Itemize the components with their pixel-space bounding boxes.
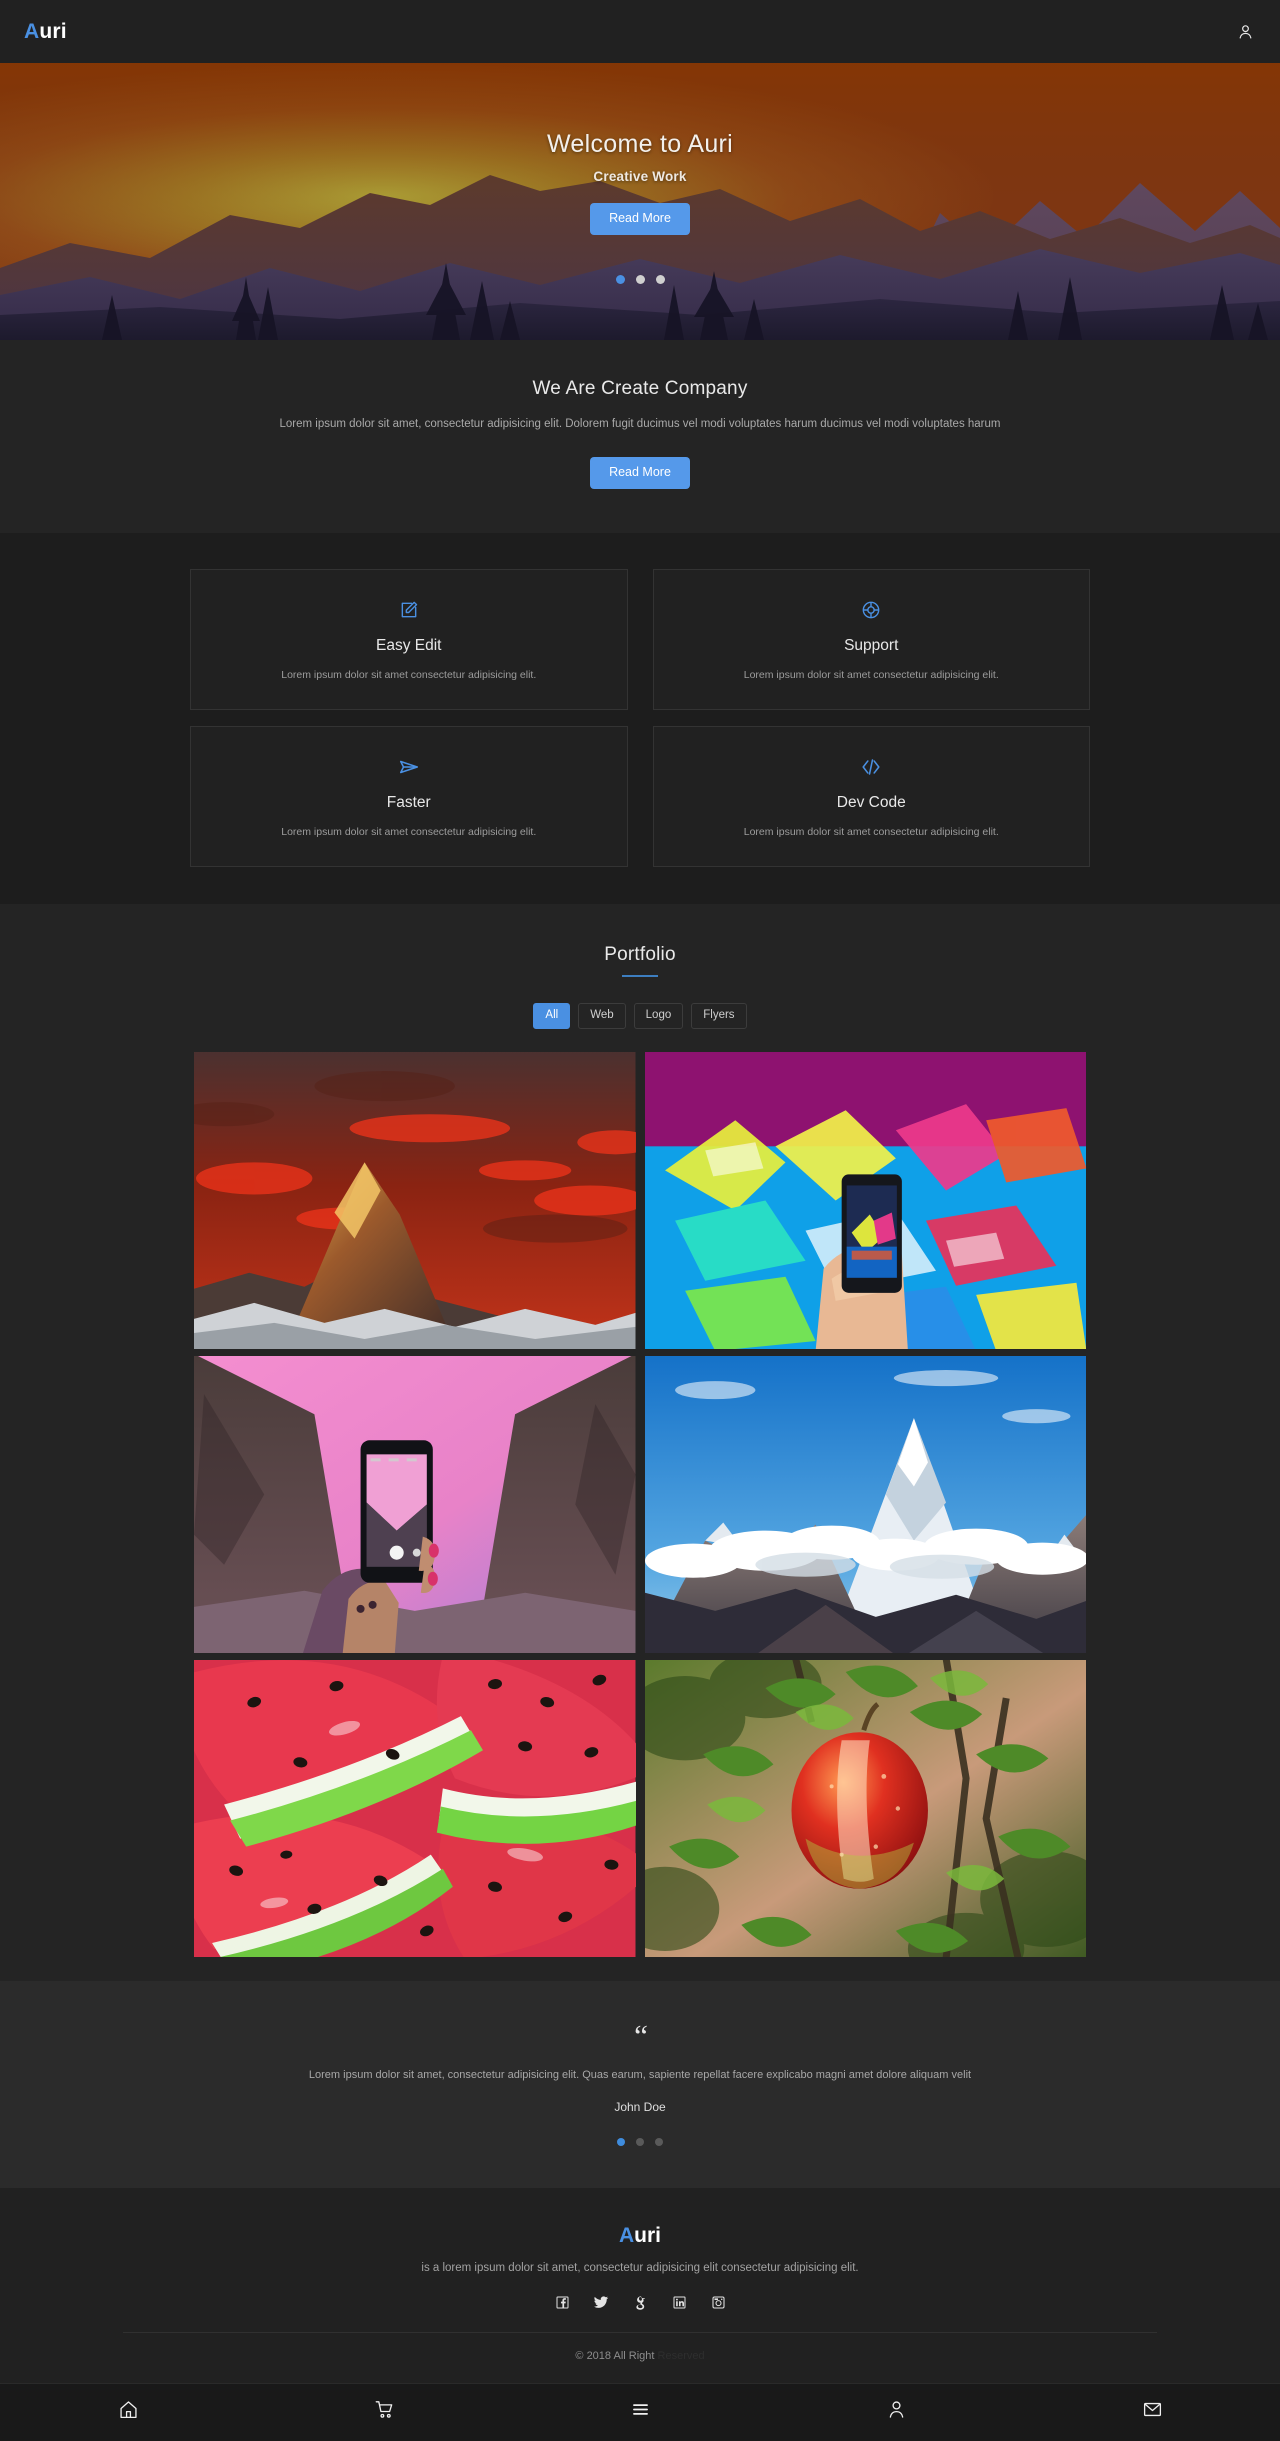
home-icon <box>118 2399 139 2425</box>
nav-account[interactable] <box>768 2399 1024 2425</box>
filter-all[interactable]: All <box>533 1002 571 1030</box>
about-paragraph: Lorem ipsum dolor sit amet, consectetur … <box>279 418 1001 430</box>
footer-logo-rest: uri <box>634 2223 661 2247</box>
life-buoy-icon <box>670 596 1074 624</box>
hero-carousel-dots <box>0 275 1280 284</box>
hero-dot-3[interactable] <box>655 275 665 284</box>
about-read-more-button[interactable]: Read More <box>590 457 690 489</box>
testimonial-dot-3[interactable] <box>655 2137 663 2146</box>
logo-rest: uri <box>39 19 67 43</box>
feature-title: Support <box>844 636 899 654</box>
portfolio-item-snow-peak-blue-sky[interactable] <box>644 1356 1086 1654</box>
filter-logo[interactable]: Logo <box>633 1002 684 1030</box>
feature-description: Lorem ipsum dolor sit amet consectetur a… <box>743 668 999 681</box>
nav-menu[interactable] <box>512 2399 768 2425</box>
feature-description: Lorem ipsum dolor sit amet consectetur a… <box>281 668 537 681</box>
about-section: We Are Create Company Lorem ipsum dolor … <box>0 340 1280 533</box>
portfolio-section: Portfolio All Web Logo Flyers <box>0 903 1280 1982</box>
testimonial-text: Lorem ipsum dolor sit amet, consectetur … <box>308 2068 972 2081</box>
portfolio-item-red-apple-on-tree[interactable] <box>644 1660 1086 1958</box>
testimonial-section: “ Lorem ipsum dolor sit amet, consectetu… <box>0 1981 1280 2188</box>
testimonial-dot-2[interactable] <box>636 2137 644 2146</box>
hero-read-more-button[interactable]: Read More <box>590 203 690 235</box>
hero-dot-2[interactable] <box>635 275 645 284</box>
bottom-navigation-bar <box>0 2382 1280 2441</box>
footer-logo-accent-letter: A <box>618 2223 635 2247</box>
instagram-icon[interactable] <box>710 2294 727 2311</box>
hero-carousel: Welcome to Auri Creative Work Read More <box>0 63 1280 340</box>
menu-icon <box>630 2399 651 2425</box>
filter-flyers[interactable]: Flyers <box>691 1002 747 1030</box>
code-brackets-icon <box>670 753 1074 781</box>
feature-card-dev-code[interactable]: Dev Code Lorem ipsum dolor sit amet cons… <box>652 725 1090 867</box>
feature-card-faster[interactable]: Faster Lorem ipsum dolor sit amet consec… <box>190 725 628 867</box>
testimonial-dot-1[interactable] <box>617 2137 625 2146</box>
features-section: Easy Edit Lorem ipsum dolor sit amet con… <box>0 532 1280 904</box>
nav-cart[interactable] <box>256 2399 512 2425</box>
google-plus-icon[interactable] <box>632 2294 649 2311</box>
portfolio-heading: Portfolio <box>604 943 676 965</box>
cart-icon <box>374 2399 395 2425</box>
mail-icon <box>1142 2399 1163 2425</box>
landing-page: Auri Welcome to Auri Creative Work Read … <box>0 0 1280 2441</box>
footer-logo[interactable]: Auri <box>20 2224 1260 2248</box>
footer-tagline: is a lorem ipsum dolor sit amet, consect… <box>421 2261 859 2274</box>
portfolio-filters: All Web Logo Flyers <box>0 1002 1280 1030</box>
user-icon[interactable] <box>1232 19 1258 45</box>
feature-card-easy-edit[interactable]: Easy Edit Lorem ipsum dolor sit amet con… <box>190 568 628 710</box>
site-header: Auri <box>0 0 1280 63</box>
user-icon <box>886 2399 907 2425</box>
portfolio-item-graffiti-phone-photo[interactable] <box>644 1052 1086 1350</box>
nav-home[interactable] <box>0 2399 256 2425</box>
copyright-text: © 2018 All Right Reserved <box>20 2333 1260 2383</box>
edit-square-icon <box>207 596 611 624</box>
portfolio-grid <box>194 1052 1086 1981</box>
hero-subtitle: Creative Work <box>593 169 687 184</box>
portfolio-item-pink-sky-valley-phone[interactable] <box>194 1356 636 1654</box>
linkedin-icon[interactable] <box>671 2294 688 2311</box>
social-links <box>20 2294 1260 2311</box>
twitter-icon[interactable] <box>593 2294 610 2311</box>
paper-plane-icon <box>207 753 611 781</box>
filter-web[interactable]: Web <box>578 1002 626 1030</box>
feature-card-support[interactable]: Support Lorem ipsum dolor sit amet conse… <box>652 568 1090 710</box>
testimonial-carousel-dots <box>20 2137 1260 2146</box>
about-heading: We Are Create Company <box>532 378 748 399</box>
quote-icon: “ <box>634 2018 648 2054</box>
portfolio-item-watermelon-slices[interactable] <box>194 1660 636 1958</box>
hero-title: Welcome to Auri <box>546 130 734 158</box>
facebook-icon[interactable] <box>554 2294 571 2311</box>
feature-description: Lorem ipsum dolor sit amet consectetur a… <box>743 825 999 838</box>
feature-title: Easy Edit <box>376 636 442 654</box>
title-underline <box>622 974 658 977</box>
portfolio-item-matterhorn-red-sunset[interactable] <box>194 1052 636 1350</box>
logo-accent-letter: A <box>24 19 40 43</box>
feature-title: Faster <box>386 793 431 811</box>
nav-mail[interactable] <box>1024 2399 1280 2425</box>
copyright-reserved: Reserved <box>657 2349 705 2362</box>
feature-title: Dev Code <box>836 793 906 811</box>
feature-description: Lorem ipsum dolor sit amet consectetur a… <box>281 825 537 838</box>
copyright-main: © 2018 All Right <box>575 2349 658 2362</box>
site-footer: Auri is a lorem ipsum dolor sit amet, co… <box>0 2187 1280 2383</box>
hero-content: Welcome to Auri Creative Work Read More <box>0 63 1280 235</box>
hero-dot-1[interactable] <box>615 275 625 284</box>
site-logo[interactable]: Auri <box>24 20 67 44</box>
testimonial-author: John Doe <box>614 2099 666 2114</box>
